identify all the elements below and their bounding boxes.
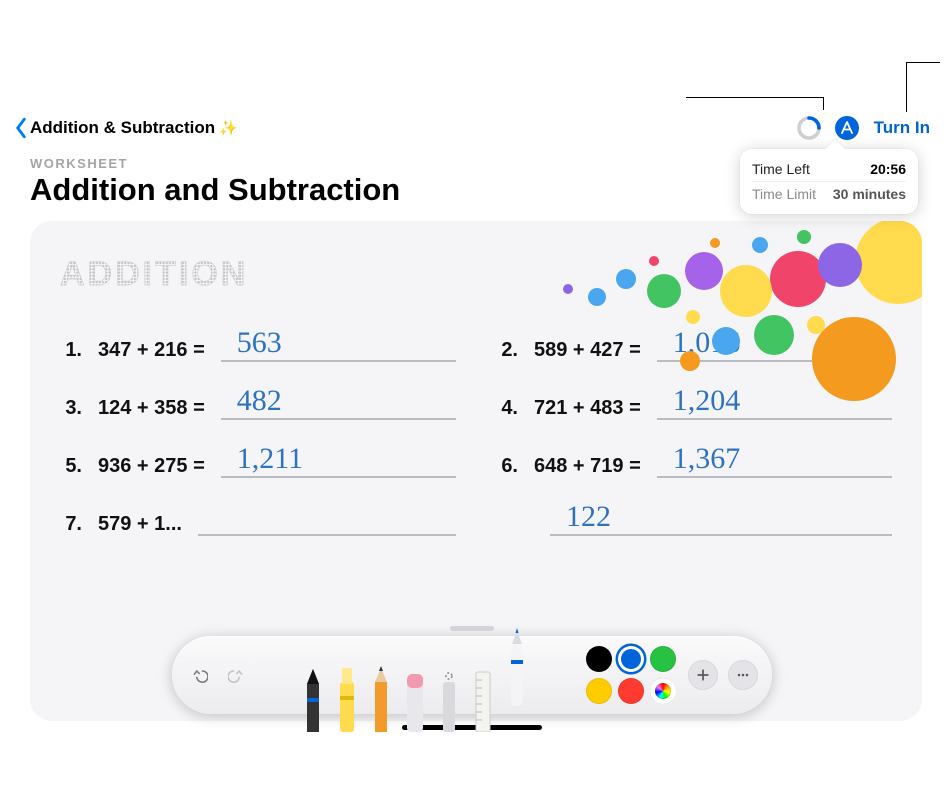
problem-cell: 3. 124 + 358 = 482 (60, 386, 456, 420)
problem-cell: 122 (496, 502, 892, 536)
sparkle-icon: ✨ (219, 119, 238, 137)
add-button[interactable] (688, 660, 718, 690)
tool-pencil[interactable] (364, 654, 398, 732)
callout-leader (906, 62, 940, 63)
markup-icon (834, 115, 860, 141)
decorative-dot (797, 230, 811, 244)
decorative-dot (588, 288, 606, 306)
problem-expression: 721 + 483 = (534, 397, 641, 420)
problem-cell: 5. 936 + 275 = 1,211 (60, 444, 456, 478)
plus-icon (695, 667, 711, 683)
nav-bar: Addition & Subtraction ✨ Turn In (0, 106, 944, 150)
swatch-red[interactable] (618, 678, 644, 704)
page-title: Addition and Subtraction (30, 173, 400, 207)
problem-cell: 7. 579 + 1... (60, 502, 456, 536)
decorative-dot (720, 265, 772, 317)
problem-number: 7. (60, 513, 82, 536)
more-button[interactable] (728, 660, 758, 690)
decorative-dot (685, 252, 723, 290)
answer-field[interactable]: 122 (550, 502, 892, 536)
problem-cell: 1. 347 + 216 = 563 (60, 328, 456, 362)
tool-eraser[interactable] (398, 654, 432, 732)
tool-tray (254, 636, 576, 714)
problem-number: 4. (496, 397, 518, 420)
table-row: 7. 579 + 1... 122 (60, 502, 892, 536)
table-row: 5. 936 + 275 = 1,211 6. 648 + 719 = 1,367 (60, 444, 892, 478)
decorative-dot (752, 237, 768, 253)
color-swatches (586, 646, 676, 704)
time-left-label: Time Left (752, 161, 810, 177)
callout-leader (686, 97, 824, 98)
ellipsis-icon (735, 667, 751, 683)
problem-number: 1. (60, 339, 82, 362)
swatch-green[interactable] (650, 646, 676, 672)
tool-apple-pencil[interactable] (500, 620, 534, 706)
problem-cell: 4. 721 + 483 = 1,204 (496, 386, 892, 420)
tool-lasso[interactable] (432, 654, 466, 732)
problem-expression: 589 + 427 = (534, 339, 641, 362)
tool-marker[interactable] (330, 654, 364, 732)
answer-field[interactable] (198, 502, 456, 536)
time-limit-label: Time Limit (752, 186, 816, 202)
markup-toolbar[interactable] (172, 636, 772, 714)
markup-button[interactable] (834, 115, 860, 141)
problem-expression: 936 + 275 = (98, 455, 205, 478)
swatch-color-picker[interactable] (650, 678, 676, 704)
back-button[interactable] (14, 117, 28, 139)
answer-field[interactable]: 1,211 (221, 444, 456, 478)
problem-expression: 579 + 1... (98, 513, 182, 536)
problem-number: 2. (496, 339, 518, 362)
section-label: ADDITION (60, 255, 248, 294)
chevron-left-icon (14, 117, 28, 139)
time-limit-value: 30 minutes (833, 186, 906, 202)
decorative-dot (710, 238, 720, 248)
answer-field[interactable]: 1,016 (657, 328, 892, 362)
toolbar-drag-handle[interactable] (450, 626, 494, 631)
problem-expression: 124 + 358 = (98, 397, 205, 420)
problem-table: 1. 347 + 216 = 563 2. 589 + 427 = 1,016 3. 124 … (60, 328, 892, 536)
decorative-dot (649, 256, 659, 266)
problem-expression: 347 + 216 = (98, 339, 205, 362)
undo-icon (192, 667, 208, 683)
swatch-yellow[interactable] (586, 678, 612, 704)
undo-button[interactable] (186, 661, 214, 689)
timer-button[interactable] (796, 115, 822, 141)
timer-icon (796, 115, 822, 141)
problem-number: 3. (60, 397, 82, 420)
problem-expression: 648 + 719 = (534, 455, 641, 478)
decorative-dot (647, 274, 681, 308)
tool-pen[interactable] (296, 654, 330, 732)
timer-popover: Time Left 20:56 Time Limit 30 minutes (740, 149, 918, 214)
nav-title-text: Addition & Subtraction (30, 118, 215, 138)
problem-number: 5. (60, 455, 82, 478)
problem-cell: 2. 589 + 427 = 1,016 (496, 328, 892, 362)
redo-icon (228, 667, 244, 683)
table-row: 1. 347 + 216 = 563 2. 589 + 427 = 1,016 (60, 328, 892, 362)
swatch-black[interactable] (586, 646, 612, 672)
answer-field[interactable]: 1,204 (657, 386, 892, 420)
time-left-value: 20:56 (870, 161, 906, 177)
redo-button[interactable] (222, 661, 250, 689)
decorative-dot (563, 284, 573, 294)
problem-number: 6. (496, 455, 518, 478)
callout-leader (906, 62, 907, 112)
turn-in-button[interactable]: Turn In (874, 118, 930, 138)
decorative-dot (686, 310, 700, 324)
swatch-blue[interactable] (618, 646, 644, 672)
decorative-dot (770, 251, 826, 307)
problem-cell: 6. 648 + 719 = 1,367 (496, 444, 892, 478)
decorative-dot (818, 243, 862, 287)
nav-title: Addition & Subtraction ✨ (30, 118, 238, 138)
answer-field[interactable]: 1,367 (657, 444, 892, 478)
decorative-dot (616, 269, 636, 289)
answer-field[interactable]: 482 (221, 386, 456, 420)
answer-field[interactable]: 563 (221, 328, 456, 362)
table-row: 3. 124 + 358 = 482 4. 721 + 483 = 1,204 (60, 386, 892, 420)
tool-ruler[interactable] (466, 654, 500, 732)
decorative-dot (855, 221, 922, 304)
